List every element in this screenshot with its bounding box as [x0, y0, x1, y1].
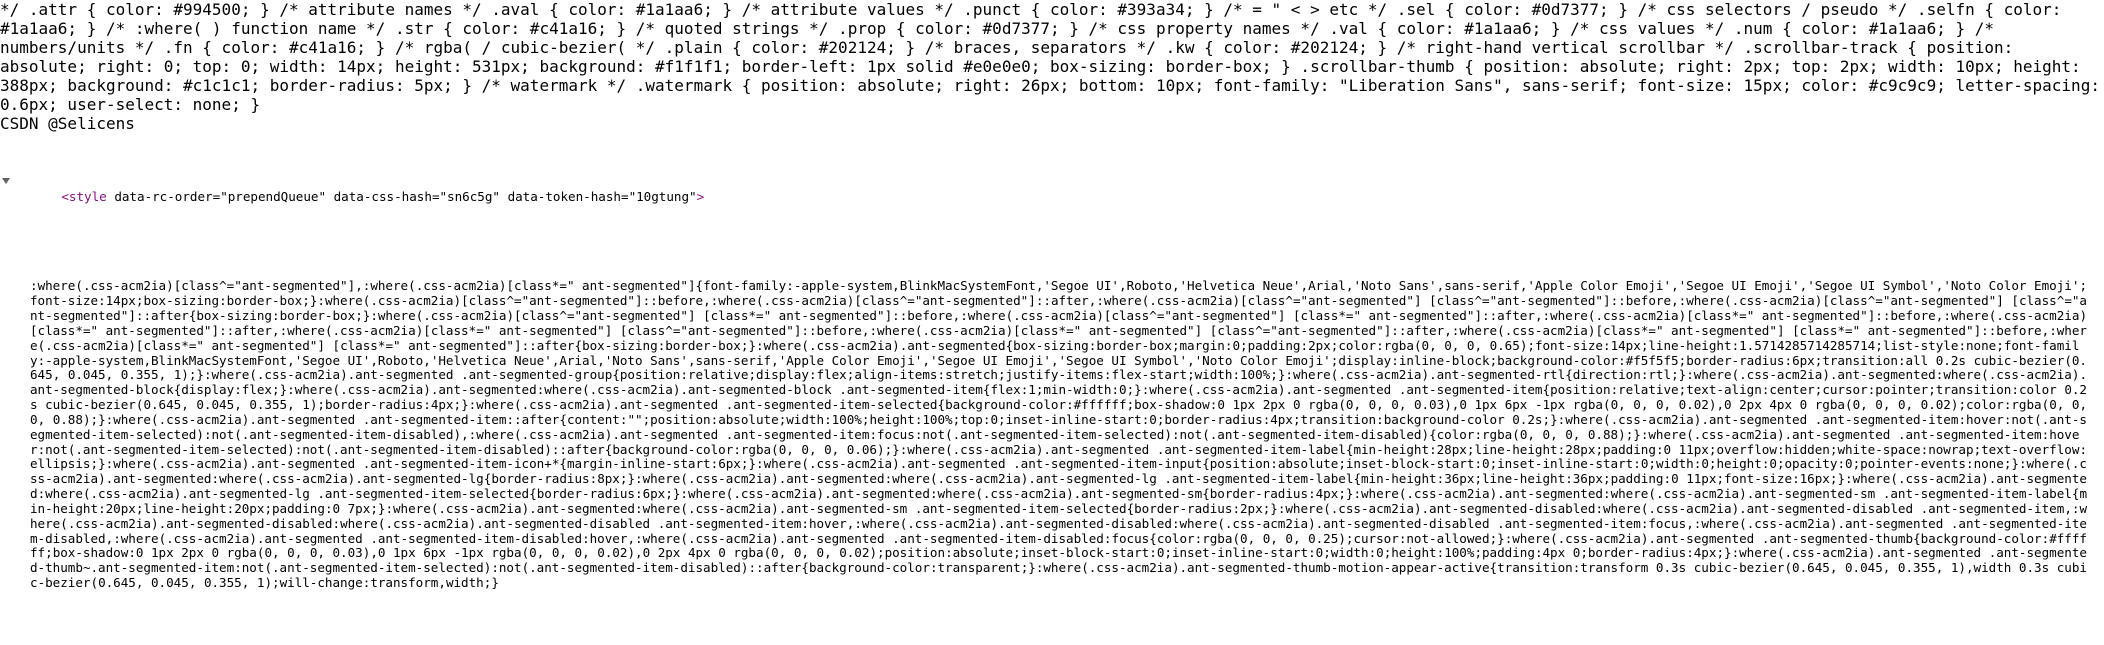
disclosure-triangle-icon[interactable]	[2, 178, 10, 185]
attr-value-data-css-hash: "sn6c5g"	[439, 189, 501, 205]
attr-name-data-css-hash: data-css-hash	[333, 189, 432, 205]
style-open-tag-line[interactable]: <style data-rc-order = "prependQueue" data…	[0, 175, 2090, 220]
attr-name-data-rc-order: data-rc-order	[114, 189, 213, 205]
attr-eq-3: =	[621, 189, 629, 205]
devtools-style-panel: <style data-rc-order = "prependQueue" data…	[0, 114, 2104, 645]
space-1	[326, 189, 334, 204]
css-rules-text[interactable]: :where(.css-acm2ia)[class^="ant-segmente…	[0, 278, 2090, 591]
attr-name-data-token-hash: data-token-hash	[507, 189, 621, 205]
style-tag-open: <style	[61, 189, 115, 205]
space-2	[500, 189, 508, 204]
attr-value-data-rc-order: "prependQueue"	[220, 189, 327, 205]
style-tag-open-close-bracket: >	[696, 189, 705, 205]
attr-eq-2: =	[431, 189, 440, 205]
css-source-code-area[interactable]: <style data-rc-order = "prependQueue" data…	[0, 114, 2090, 645]
attr-value-data-token-hash: "10gtung"	[628, 189, 697, 205]
